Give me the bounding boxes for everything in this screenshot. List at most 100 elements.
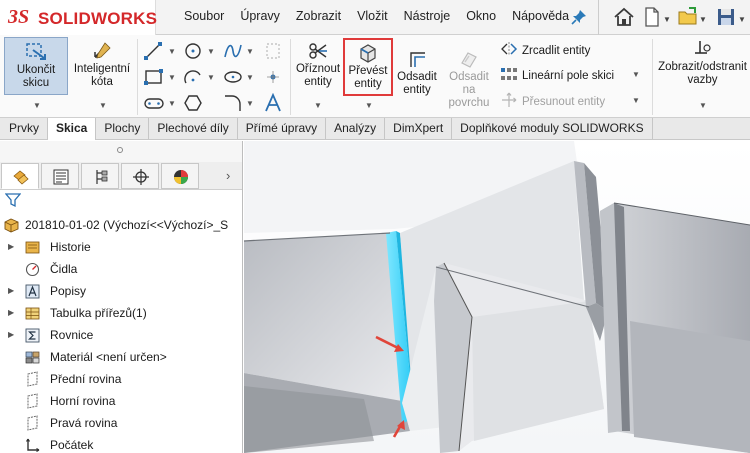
tree-item-label: Čidla [50,262,78,276]
tab-dimxpert[interactable]: DimXpert [385,118,453,139]
exit-sketch-dropdown[interactable]: ▼ [33,101,41,110]
smart-dimension-icon [94,42,111,59]
tree-root-label: 201810-01-02 (Výchozí<<Výchozí>_S [25,218,229,232]
relations-dropdown[interactable]: ▼ [699,101,707,110]
model-render[interactable] [244,141,750,453]
arc-tool-dropdown[interactable]: ▼ [207,73,215,82]
expand-arrow-icon[interactable]: ▶ [8,236,18,258]
rectangle-tool-dropdown[interactable]: ▼ [168,73,176,82]
feature-manager-icon [13,170,29,185]
equations-icon [25,328,40,343]
text-tool-icon[interactable] [262,93,284,113]
dimxpert-manager-tab[interactable] [121,163,159,189]
line-tool-dropdown[interactable]: ▼ [168,47,176,56]
menu-file[interactable]: Soubor [176,0,232,35]
tree-item[interactable]: Horní rovina [8,390,238,412]
tree-item[interactable]: Počátek [8,434,238,453]
open-dropdown-arrow[interactable]: ▼ [699,15,707,24]
point-tool-icon[interactable] [262,67,284,87]
tree-item[interactable]: Přední rovina [8,368,238,390]
new-dropdown-arrow[interactable]: ▼ [663,15,671,24]
tree-item[interactable]: ▶ Rovnice [8,324,238,346]
tab-plochy[interactable]: Plochy [96,118,150,139]
new-document-icon[interactable] [641,6,663,28]
slot-tool-dropdown[interactable]: ▼ [168,99,176,108]
graphics-area[interactable] [244,141,750,453]
display-delete-relations-button[interactable]: Zobrazit/odstranit vazby [655,39,750,87]
circle-tool-icon[interactable] [182,41,204,61]
spline-tool-icon[interactable] [222,41,244,61]
tab-analyzy[interactable]: Analýzy [326,118,386,139]
ellipse-tool-icon[interactable] [222,67,244,87]
smart-dimension-dropdown[interactable]: ▼ [99,101,107,110]
ellipse-tool-dropdown[interactable]: ▼ [246,73,254,82]
open-folder-icon[interactable] [677,6,699,28]
construction-geometry-icon[interactable] [262,41,284,61]
expand-arrow-icon[interactable]: ▶ [8,324,18,346]
display-manager-tab[interactable] [161,163,199,189]
smart-dimension-button[interactable]: Inteligentní kóta [70,41,134,89]
filter-icon[interactable] [5,192,21,208]
material-icon [25,351,40,364]
trim-dropdown[interactable]: ▼ [314,101,322,110]
menu-bar: Soubor Úpravy Zobrazit Vložit Nástroje O… [176,0,577,35]
menu-edit[interactable]: Úpravy [232,0,288,35]
solidworks-logo[interactable]: 3S SOLIDWORKS [0,0,157,35]
tab-prvky[interactable]: Prvky [1,118,48,139]
tree-item[interactable]: Čidla [8,258,238,280]
expand-arrow-icon[interactable]: ▶ [8,280,18,302]
menu-window[interactable]: Okno [458,0,504,35]
save-dropdown-arrow[interactable]: ▼ [738,15,746,24]
convert-dropdown[interactable]: ▼ [365,101,373,110]
configuration-manager-tab[interactable] [81,163,119,189]
save-icon[interactable] [715,6,737,28]
tab-prime-upravy[interactable]: Přímé úpravy [238,118,327,139]
menu-insert[interactable]: Vložit [349,0,396,35]
spline-tool-dropdown[interactable]: ▼ [246,47,254,56]
menu-view[interactable]: Zobrazit [288,0,349,35]
trim-entities-label: Oříznout entity [295,63,341,88]
home-icon[interactable] [613,6,635,28]
trim-entities-button[interactable]: Oříznout entity [292,41,344,89]
tab-skica[interactable]: Skica [48,118,97,140]
tab-plechove-dily[interactable]: Plechové díly [149,118,238,139]
polygon-tool-icon[interactable] [182,93,204,113]
property-manager-tab[interactable] [41,163,79,189]
circle-tool-dropdown[interactable]: ▼ [207,47,215,56]
panel-grip[interactable] [0,141,242,162]
offset-entities-button[interactable]: Odsadit entity [394,49,440,97]
linear-pattern-button[interactable]: Lineární pole skici [500,66,614,82]
pin-menu-icon[interactable] [571,9,587,25]
convert-entities-label: Převést entity [348,65,388,90]
tree-item[interactable]: ▶ Historie [8,236,238,258]
slot-tool-icon[interactable] [143,93,165,113]
feature-manager-tab[interactable] [1,163,39,189]
expand-arrow-icon[interactable]: ▶ [8,302,18,324]
rectangle-tool-icon[interactable] [143,67,165,87]
line-tool-icon[interactable] [143,41,165,61]
manager-tabs: › [0,162,242,190]
menu-tools[interactable]: Nástroje [396,0,459,35]
tab-addins[interactable]: Doplňkové moduly SOLIDWORKS [452,118,653,139]
configuration-manager-icon [96,170,108,184]
offset-on-surface-label: Odsadit na povrchu [448,71,490,109]
cut-list-icon [25,307,40,320]
linear-pattern-dropdown[interactable]: ▼ [632,70,640,79]
smart-dimension-label: Inteligentní kóta [73,63,131,88]
tree-item[interactable]: ▶ Popisy [8,280,238,302]
menu-help[interactable]: Nápověda [504,0,577,35]
tree-item[interactable]: ▶ Tabulka přířezů(1) [8,302,238,324]
arc-tool-icon[interactable] [182,67,204,87]
exit-sketch-button[interactable]: Ukončit skicu [4,37,68,95]
fillet-tool-dropdown[interactable]: ▼ [246,99,254,108]
more-tabs-chevron-icon[interactable]: › [226,168,230,183]
convert-entities-button[interactable]: Převést entity [343,38,393,96]
tree-item-label: Historie [50,240,91,254]
tree-item[interactable]: Materiál <není určen> [8,346,238,368]
offset-on-surface-button: Odsadit na povrchu [444,49,494,110]
tree-item[interactable]: Pravá rovina [8,412,238,434]
tree-item-label: Rovnice [50,328,94,342]
mirror-entities-button[interactable]: Zrcadlit entity [500,41,590,57]
fillet-tool-icon[interactable] [222,93,244,113]
move-entities-icon [502,92,517,107]
